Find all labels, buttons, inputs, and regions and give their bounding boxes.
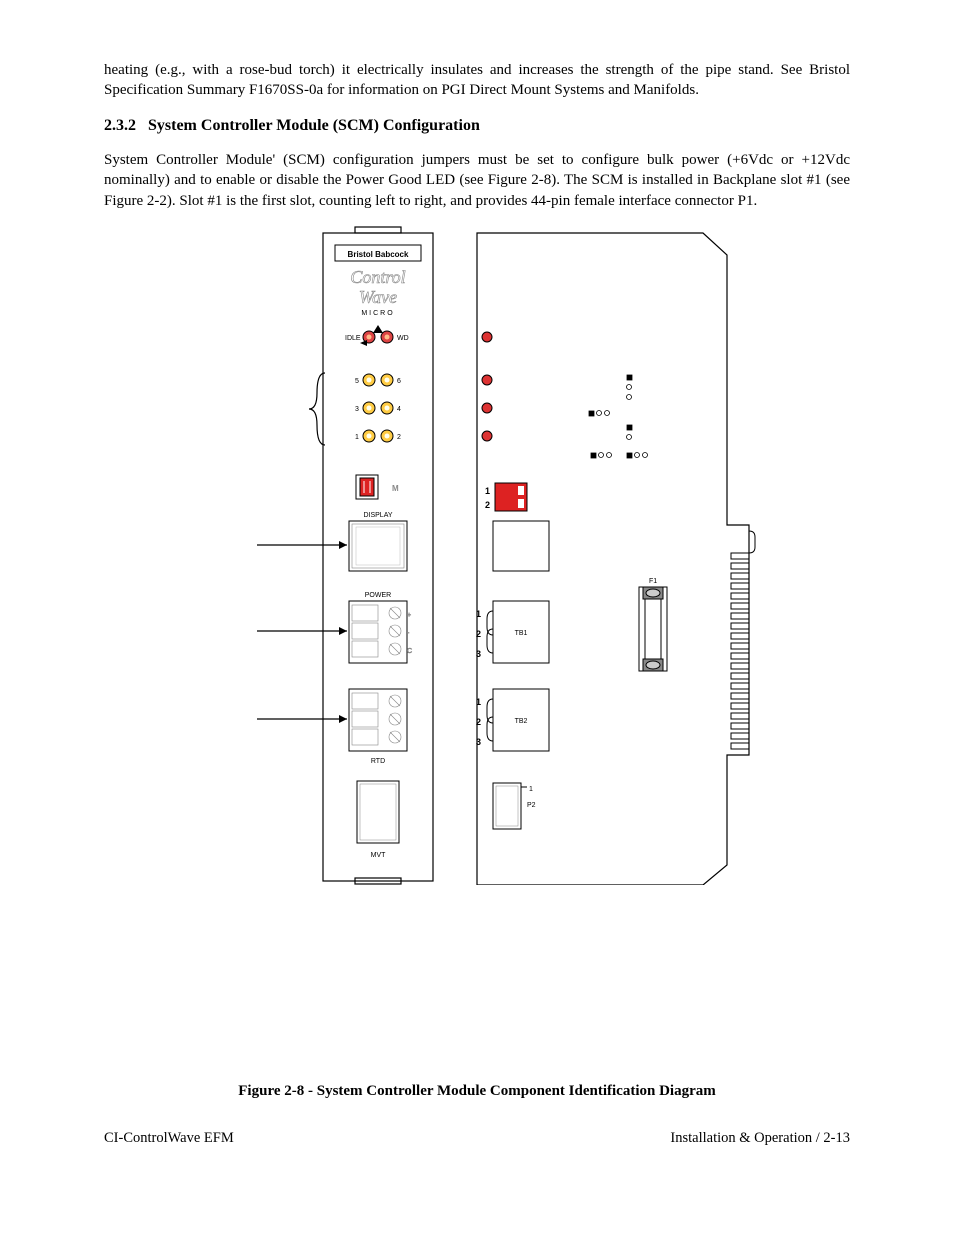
logo-control: Control <box>350 267 405 287</box>
svg-text:+: + <box>407 612 411 619</box>
footer-right: Installation & Operation / 2-13 <box>670 1129 850 1149</box>
rtd-label: RTD <box>371 758 385 765</box>
tb2-label: TB2 <box>515 718 528 725</box>
tb1-pin1: 1 <box>476 609 481 619</box>
tb2-pin1: 1 <box>476 697 481 707</box>
status-leds: 5 6 3 4 1 2 <box>355 374 401 442</box>
front-panel-group: Bristol Babcock Control Wave MICRO IDLE … <box>257 227 433 884</box>
footer-left: CI-ControlWave EFM <box>104 1129 234 1149</box>
figure-container: Bristol Babcock Control Wave MICRO IDLE … <box>104 225 850 891</box>
brand-text: Bristol Babcock <box>348 250 409 259</box>
page-footer: CI-ControlWave EFM Installation & Operat… <box>104 1129 850 1149</box>
tb1-pin3: 3 <box>476 649 481 659</box>
idle-label: IDLE <box>345 335 361 342</box>
scm-diagram: Bristol Babcock Control Wave MICRO IDLE … <box>197 225 757 885</box>
svg-text:C: C <box>407 648 412 655</box>
intro-paragraph: heating (e.g., with a rose-bud torch) it… <box>104 60 850 101</box>
body-paragraph: System Controller Module' (SCM) configur… <box>104 150 850 211</box>
jumper-2: 2 <box>485 500 490 510</box>
m-label: M <box>392 484 399 493</box>
jumper-1: 1 <box>485 486 490 496</box>
tb2-pin3: 3 <box>476 737 481 747</box>
section-heading: 2.3.2 System Controller Module (SCM) Con… <box>104 115 850 137</box>
mvt-label: MVT <box>371 852 387 859</box>
figure-caption: Figure 2-8 - System Controller Module Co… <box>104 1081 850 1101</box>
led3-label: 3 <box>355 406 359 413</box>
tb1-label: TB1 <box>515 630 528 637</box>
pcb-group: 1 2 F1 1 2 3 TB1 1 2 <box>476 233 755 885</box>
led6-label: 6 <box>397 378 401 385</box>
p2-pin1: 1 <box>529 786 533 793</box>
logo-micro: MICRO <box>361 310 394 317</box>
led4-label: 4 <box>397 406 401 413</box>
wd-label: WD <box>397 335 409 342</box>
section-title: System Controller Module (SCM) Configura… <box>148 117 480 134</box>
tb2-pin2: 2 <box>476 717 481 727</box>
led5-label: 5 <box>355 378 359 385</box>
display-label: DISPLAY <box>363 512 392 519</box>
power-label: POWER <box>365 592 391 599</box>
tb1-pin2: 2 <box>476 629 481 639</box>
p2-label: P2 <box>527 802 536 809</box>
led2-label: 2 <box>397 434 401 441</box>
logo-wave: Wave <box>359 287 397 307</box>
svg-text:-: - <box>407 630 410 637</box>
section-number: 2.3.2 <box>104 115 136 137</box>
fuse-label: F1 <box>649 578 657 585</box>
led1-label: 1 <box>355 434 359 441</box>
